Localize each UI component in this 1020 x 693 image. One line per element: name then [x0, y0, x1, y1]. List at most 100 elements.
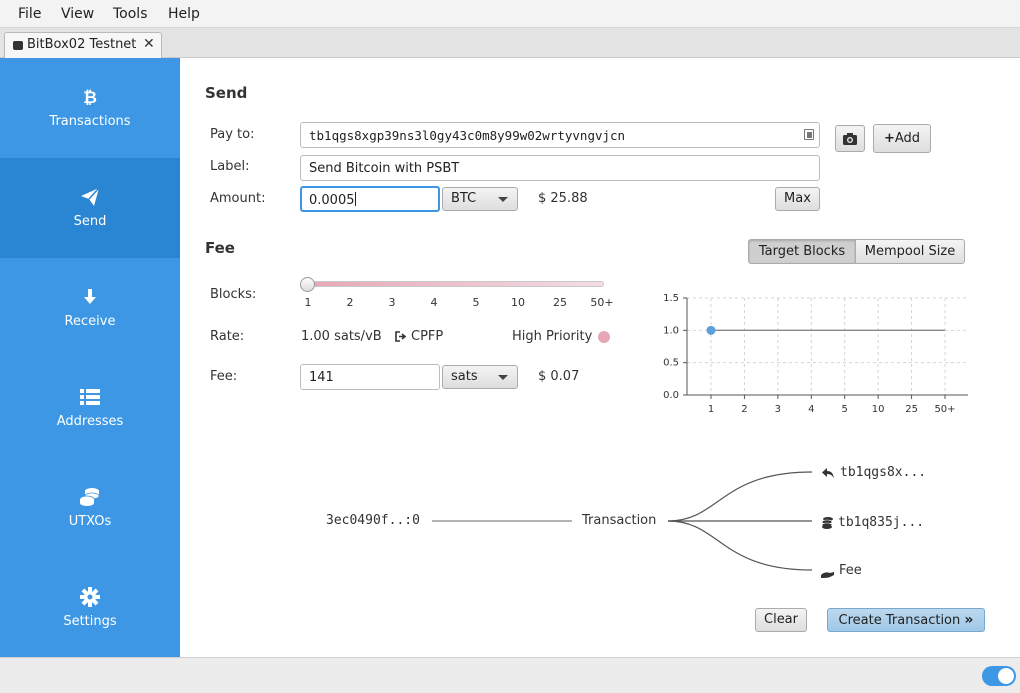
list-icon [0, 386, 180, 408]
amount-input[interactable]: 0.0005 [300, 186, 440, 212]
fee-title: Fee [205, 239, 235, 257]
wallet-tab-label: BitBox02 Testnet [27, 37, 137, 52]
chart-x-tick-label: 10 [872, 404, 885, 415]
wallet-icon [13, 41, 23, 50]
cpfp-label: CPFP [411, 329, 444, 344]
block-tick: 1 [304, 296, 312, 309]
block-tick: 3 [388, 296, 396, 309]
tab-target-blocks[interactable]: Target Blocks [748, 239, 856, 264]
chart-x-tick-label: 25 [905, 404, 918, 415]
label-label: Label: [210, 159, 250, 174]
sidebar-item-transactions[interactable]: ₿ Transactions [0, 58, 180, 158]
output-connector [667, 520, 813, 571]
camera-icon [843, 133, 857, 145]
fee-unit-select[interactable]: sats [442, 365, 518, 389]
clear-button[interactable]: Clear [755, 608, 807, 632]
chart-x-tick-label: 1 [708, 404, 714, 415]
reply-icon [821, 467, 835, 483]
fee-unit-value: sats [451, 369, 478, 384]
slider-track [304, 281, 604, 287]
amount-unit-select[interactable]: BTC [442, 187, 518, 211]
pay-to-label: Pay to: [210, 127, 255, 142]
paste-icon[interactable] [804, 129, 814, 140]
sidebar-item-label: Send [73, 214, 107, 229]
create-transaction-label: Create Transaction [838, 613, 961, 628]
menu-help[interactable]: Help [168, 6, 200, 22]
chart-data-point [706, 325, 716, 335]
menu-bar: File View Tools Help [0, 0, 1020, 28]
sidebar-item-label: UTXOs [68, 514, 112, 529]
max-button[interactable]: Max [775, 187, 820, 211]
arrow-down-icon [0, 286, 180, 308]
plus-icon: + [883, 131, 895, 146]
svg-text:₿: ₿ [83, 88, 97, 107]
add-button-label: Add [894, 131, 921, 146]
sidebar-item-settings[interactable]: Settings [0, 558, 180, 658]
chart-x-tick-label: 50+ [934, 404, 955, 415]
chart-x-tick-label: 2 [741, 404, 747, 415]
sidebar-item-label: Settings [63, 614, 117, 629]
menu-tools[interactable]: Tools [113, 6, 148, 22]
blocks-label: Blocks: [210, 287, 257, 302]
block-tick: 4 [430, 296, 438, 309]
fee-input[interactable]: 141 [300, 364, 440, 390]
hand-icon [821, 568, 835, 583]
flow-output-label: tb1q835j... [838, 515, 925, 530]
send-title: Send [205, 84, 248, 102]
chart-x-tick-label: 3 [775, 404, 781, 415]
double-chevron-right-icon: » [964, 612, 974, 628]
priority-label: High Priority [512, 329, 593, 344]
flow-output-label: Fee [839, 563, 862, 578]
sidebar-item-utxos[interactable]: UTXOs [0, 458, 180, 558]
label-input[interactable]: Send Bitcoin with PSBT [300, 155, 820, 181]
block-tick: 25 [553, 296, 567, 309]
sidebar-item-addresses[interactable]: Addresses [0, 358, 180, 458]
bitcoin-icon: ₿ [0, 86, 180, 108]
flow-output-label: tb1qgs8x... [840, 465, 927, 480]
block-tick: 50+ [590, 296, 614, 309]
rate-label: Rate: [210, 329, 245, 344]
wallet-tab[interactable]: BitBox02 Testnet ✕ [4, 32, 162, 58]
chart-y-tick-label: 1.0 [663, 325, 679, 336]
amount-unit-value: BTC [451, 191, 477, 206]
flow-input-label: 3ec0490f..:0 [326, 513, 420, 528]
coins-icon [821, 516, 834, 533]
pay-to-value: tb1qgs8xgp39ns3l0gy43c0m8y99w02wrtyvngvj… [309, 128, 626, 143]
coins-icon [0, 486, 180, 508]
amount-value: 0.0005 [309, 193, 355, 208]
chart-x-tick-label: 5 [842, 404, 848, 415]
pay-to-input[interactable]: tb1qgs8xgp39ns3l0gy43c0m8y99w02wrtyvngvj… [300, 122, 820, 148]
block-tick: 10 [511, 296, 525, 309]
chart-y-tick-label: 1.5 [663, 293, 679, 304]
add-recipient-button[interactable]: +Add [873, 124, 931, 153]
amount-fiat-value: $ 25.88 [538, 191, 588, 206]
sidebar-item-receive[interactable]: Receive [0, 258, 180, 358]
block-tick: 2 [346, 296, 354, 309]
fee-rate-chart: 1.5 1.0 0.5 0.0 1 2 3 4 5 10 25 50+ [663, 293, 968, 415]
menu-view[interactable]: View [61, 6, 94, 22]
sidebar-item-send[interactable]: Send [0, 158, 180, 258]
chevron-down-icon [498, 375, 508, 380]
chart-x-tick-label: 4 [808, 404, 814, 415]
output-connector [667, 471, 813, 522]
blocks-slider[interactable] [300, 277, 606, 293]
scan-qr-button[interactable] [835, 125, 865, 152]
fee-value: 141 [309, 370, 334, 385]
block-tick: 5 [472, 296, 480, 309]
rate-value: 1.00 sats/vB [301, 329, 382, 344]
connection-toggle[interactable] [982, 666, 1016, 686]
close-tab-icon[interactable]: ✕ [143, 36, 155, 52]
sidebar-item-label: Receive [64, 314, 116, 329]
fee-label: Fee: [210, 369, 238, 384]
tab-mempool-size[interactable]: Mempool Size [855, 239, 965, 264]
fee-fiat-value: $ 0.07 [538, 369, 580, 384]
amount-label: Amount: [210, 191, 266, 206]
tab-strip: BitBox02 Testnet ✕ [0, 28, 1020, 58]
sidebar-item-label: Addresses [56, 414, 124, 429]
chart-y-tick-label: 0.5 [663, 358, 679, 369]
menu-file[interactable]: File [18, 6, 41, 22]
create-transaction-button[interactable]: Create Transaction » [827, 608, 985, 632]
sidebar-item-label: Transactions [49, 114, 131, 129]
slider-thumb[interactable] [300, 277, 315, 292]
sidebar: ₿ Transactions Send Receive Addresses UT… [0, 58, 180, 657]
